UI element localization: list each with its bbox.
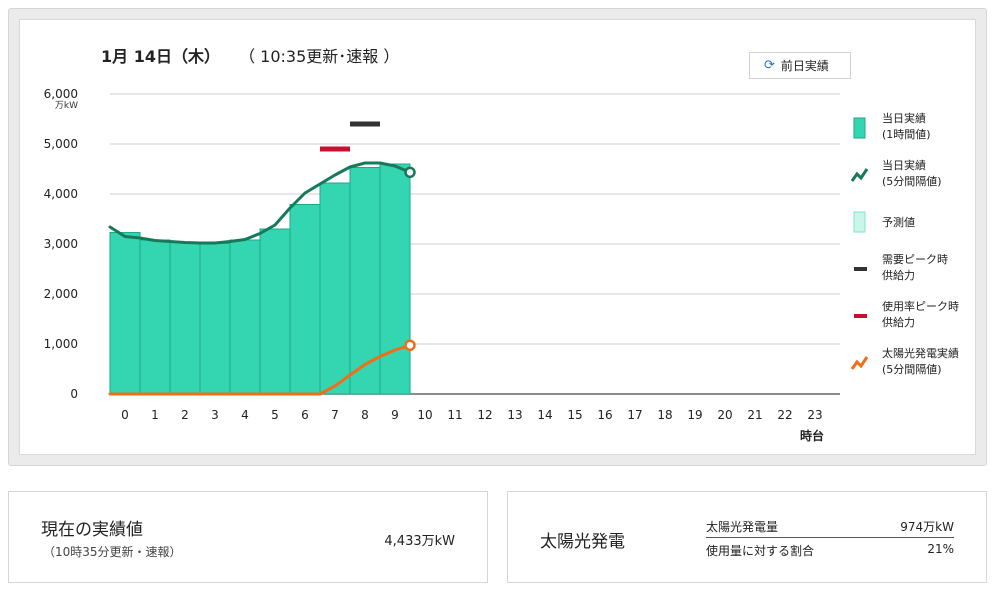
x-axis-ticks: 0 1 2 3 4 5 6 7 8 9 10 11 12 13 14 15 16 17 18 19 20 21 22 23 (121, 408, 822, 422)
hourly-bar (229, 239, 261, 395)
x-tick-label: 17 (627, 408, 642, 422)
legend-sublabel: (1時間値) (882, 128, 931, 141)
x-tick-label: 3 (211, 408, 219, 422)
legend-bar-icon (853, 117, 866, 139)
x-tick-label: 19 (687, 408, 702, 422)
x-tick-label: 7 (331, 408, 339, 422)
y-tick-label: 6,000 (44, 87, 78, 101)
hourly-bar (109, 232, 141, 395)
legend-forecast-icon (853, 211, 866, 233)
x-tick-label: 13 (507, 408, 522, 422)
legend-line-icon (850, 168, 869, 182)
solar-amount-value: 974万kW (900, 520, 954, 534)
hourly-bar (289, 204, 321, 395)
x-tick-label: 18 (657, 408, 672, 422)
hourly-bar (379, 163, 411, 395)
legend-sublabel: (5分間隔値) (882, 363, 942, 376)
legend-demand-peak-icon (854, 267, 867, 271)
solar-title: 太陽光発電 (540, 532, 625, 552)
chart-date-text: 1月 14日（木） (101, 47, 220, 66)
legend-solar-icon (850, 356, 869, 370)
prev-day-label: 前日実績 (780, 59, 829, 73)
legend-sublabel: (5分間隔値) (882, 175, 942, 188)
y-tick-label: 1,000 (44, 337, 78, 351)
chart-panel: 1月 14日（木） （ 10:35更新･速報 ） 万kW 0 1,000 2,000… (8, 8, 987, 466)
hourly-bar (259, 228, 291, 395)
solar-row-ratio: 使用量に対する割合 21% (706, 542, 954, 559)
solar-amount-label: 太陽光発電量 (706, 520, 779, 534)
legend-item: 予測値 (853, 211, 915, 233)
x-tick-label: 0 (121, 408, 129, 422)
legend-item: 当日実績 (5分間隔値) (850, 158, 942, 188)
y-tick-label: 3,000 (44, 237, 78, 251)
current-title: 現在の実績値 (41, 520, 143, 540)
legend: 当日実績(1時間値)当日実績(5分間隔値)予測値需要ピーク時供給力使用率ピーク時… (850, 111, 959, 376)
legend-item: 需要ピーク時供給力 (854, 253, 948, 282)
solar-card: 太陽光発電 太陽光発電量 974万kW 使用量に対する割合 21% (507, 491, 987, 583)
actual-5min-endpoint (404, 166, 416, 179)
x-tick-label: 8 (361, 408, 369, 422)
refresh-icon: ⟳ (764, 58, 775, 73)
x-tick-label: 11 (447, 408, 462, 422)
x-tick-label: 22 (777, 408, 792, 422)
solar-ratio-label: 使用量に対する割合 (706, 544, 815, 558)
x-tick-label: 12 (477, 408, 492, 422)
y-axis-ticks: 0 1,000 2,000 3,000 4,000 5,000 6,000 (44, 87, 78, 401)
y-tick-label: 4,000 (44, 187, 78, 201)
hourly-bars (109, 163, 411, 395)
solar-ratio-value: 21% (927, 542, 954, 556)
x-tick-label: 16 (597, 408, 612, 422)
legend-item: 使用率ピーク時供給力 (854, 299, 959, 329)
y-axis-unit: 万kW (55, 101, 78, 111)
y-tick-label: 2,000 (44, 287, 78, 301)
legend-label: 太陽光発電実績 (882, 346, 959, 360)
x-tick-label: 10 (417, 408, 432, 422)
chart-card: 1月 14日（木） （ 10:35更新･速報 ） 万kW 0 1,000 2,000… (19, 19, 976, 455)
hourly-bar (169, 241, 201, 395)
x-tick-label: 4 (241, 408, 249, 422)
prev-day-button[interactable]: ⟳ 前日実績 (749, 52, 851, 79)
hourly-bar (199, 243, 231, 395)
y-tick-label: 5,000 (44, 137, 78, 151)
x-tick-label: 21 (747, 408, 762, 422)
legend-item: 当日実績 (1時間値) (853, 111, 931, 141)
solar-row-amount: 太陽光発電量 974万kW (706, 518, 954, 538)
chart-date: 1月 14日（木） （ 10:35更新･速報 ） (101, 47, 399, 66)
legend-sublabel: 供給力 (882, 315, 915, 329)
x-tick-label: 1 (151, 408, 159, 422)
legend-label: 予測値 (882, 215, 915, 229)
legend-label: 需要ピーク時 (882, 253, 948, 266)
x-tick-label: 23 (807, 408, 822, 422)
x-tick-label: 14 (537, 408, 552, 422)
demand-peak-mark (350, 121, 380, 127)
x-tick-label: 2 (181, 408, 189, 422)
x-tick-label: 6 (301, 408, 309, 422)
legend-label: 当日実績 (882, 158, 926, 172)
solar-endpoint (404, 339, 416, 352)
hourly-bar (319, 182, 351, 395)
legend-label: 当日実績 (882, 111, 926, 125)
legend-usage-peak-icon (854, 314, 867, 318)
legend-label: 使用率ピーク時 (882, 299, 959, 313)
y-tick-label: 0 (70, 387, 78, 401)
peak-marks (320, 121, 380, 152)
legend-sublabel: 供給力 (882, 268, 915, 282)
usage-peak-mark (320, 146, 350, 152)
x-axis-unit: 時台 (800, 428, 824, 443)
current-subtitle: （10時35分更新・速報） (43, 545, 182, 559)
x-tick-label: 15 (567, 408, 582, 422)
x-tick-label: 9 (391, 408, 399, 422)
chart-update-text: （ 10:35更新･速報 ） (239, 47, 399, 66)
current-value: 4,433万kW (384, 534, 455, 549)
legend-item: 太陽光発電実績 (5分間隔値) (850, 346, 959, 376)
current-value-card: 現在の実績値 （10時35分更新・速報） 4,433万kW (8, 491, 488, 583)
x-tick-label: 20 (717, 408, 732, 422)
demand-chart: 1月 14日（木） （ 10:35更新･速報 ） 万kW 0 1,000 2,000… (44, 47, 959, 443)
x-tick-label: 5 (271, 408, 279, 422)
hourly-bar (139, 239, 171, 395)
